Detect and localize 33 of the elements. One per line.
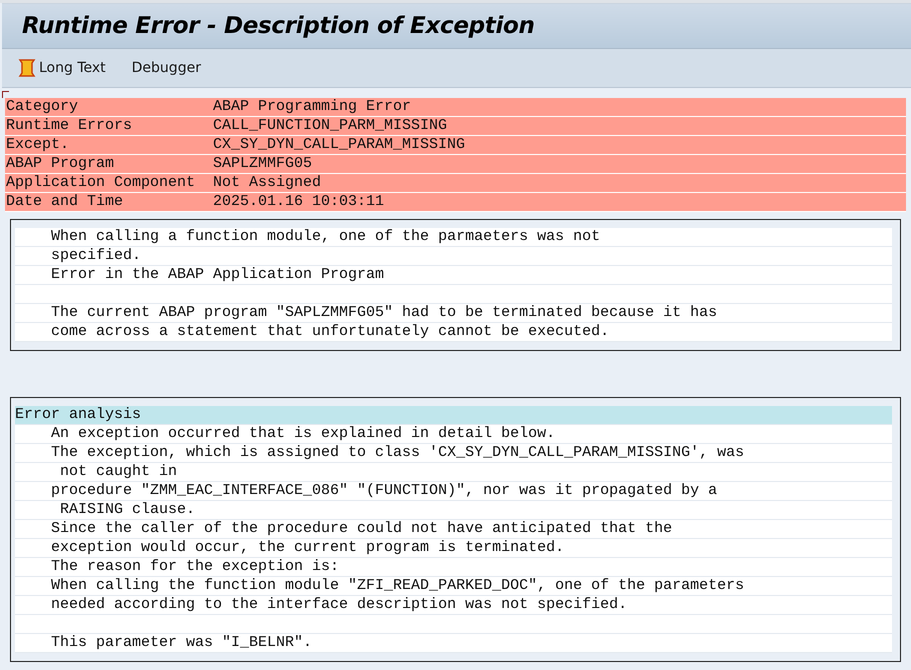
message-line: The reason for the exception is: (50, 558, 340, 576)
message-line: The exception, which is assigned to class 'CX_SY_DYN_CALL_PARAM_MISSING', was (50, 444, 744, 462)
debugger-button[interactable]: Debugger (132, 60, 201, 76)
long-text-button[interactable]: Long Text (16, 58, 106, 78)
message-line: The current ABAP program "SAPLZMMFG05" had to be terminated because it has (50, 304, 718, 322)
field-value: 2025.01.16 10:03:11 (212, 193, 386, 211)
message-line: exception would occur, the current program is terminated. (50, 539, 564, 557)
field-value: SAPLZMMFG05 (212, 155, 314, 173)
message-line: not caught in (59, 463, 178, 481)
field-label: Application Component (5, 174, 196, 192)
field-value: CALL_FUNCTION_PARM_MISSING (212, 117, 448, 135)
scroll-icon (16, 58, 38, 78)
message-line: come across a statement that unfortunately cannot be executed. (50, 323, 610, 341)
message-line: When calling a function module, one of the parmaeters was not (50, 228, 600, 246)
field-value: Not Assigned (212, 174, 322, 192)
message-line: procedure "ZMM_EAC_INTERFACE_086" "(FUNCTION)", nor was it propagated by a (50, 482, 718, 500)
field-label: Category (5, 98, 80, 116)
field-label: ABAP Program (5, 155, 116, 173)
field-value: CX_SY_DYN_CALL_PARAM_MISSING (212, 136, 466, 154)
message-line: Error in the ABAP Application Program (50, 266, 384, 284)
message-line: RAISING clause. (59, 501, 196, 519)
field-value: ABAP Programming Error (212, 98, 412, 116)
message-line: Since the caller of the procedure could not have anticipated that the (50, 520, 672, 538)
field-label: Date and Time (5, 193, 124, 211)
message-line: needed according to the interface description was not specified. (50, 596, 628, 614)
message-line: An exception occurred that is explained in detail below. (50, 425, 556, 443)
field-label: Runtime Errors (5, 117, 134, 135)
message-line: This parameter was "I_BELNR". (50, 634, 312, 652)
window-title: Runtime Error - Description of Exception (22, 13, 535, 39)
section-heading: Error analysis (15, 406, 142, 424)
message-line: When calling the function module "ZFI_READ_PARKED_DOC", one of the parameters (50, 577, 744, 595)
field-label: Except. (5, 136, 70, 154)
message-line: specified. (50, 247, 142, 265)
